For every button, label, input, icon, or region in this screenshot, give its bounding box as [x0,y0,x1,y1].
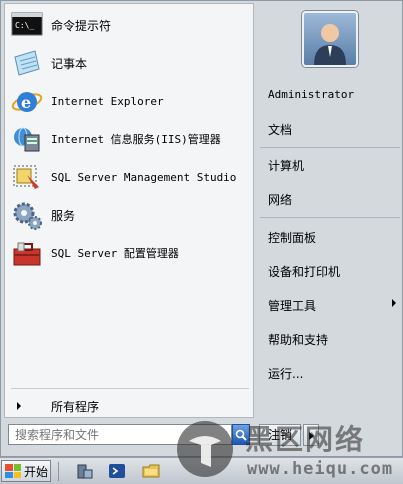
sql-config-manager-icon [11,237,43,269]
command-prompt-icon: C:\_ [11,9,43,41]
pinned-programs-pane: C:\_ 命令提示符 记事本 e Internet Explorer Inter… [4,3,254,418]
program-item-services[interactable]: 服务 [11,198,251,232]
control-panel-link[interactable]: 控制面板 [268,229,316,246]
devices-printers-link[interactable]: 设备和打印机 [268,263,340,280]
search-icon [235,429,247,441]
all-programs-label: 所有程序 [51,399,100,414]
program-label: 服务 [51,208,76,223]
divider [11,388,249,389]
documents-link[interactable]: 文档 [268,121,292,138]
svg-text:e: e [21,93,31,112]
search-input[interactable] [8,424,232,445]
powershell-icon[interactable] [108,462,126,480]
program-label: Internet Explorer [51,94,164,108]
program-item-internet-explorer[interactable]: e Internet Explorer [11,84,251,118]
program-item-notepad[interactable]: 记事本 [11,46,251,80]
services-gear-icon [11,199,43,231]
program-label: 记事本 [51,56,88,71]
program-label: SQL Server Management Studio [51,170,237,184]
shutdown-options-button[interactable] [303,424,319,446]
divider [260,147,400,148]
network-link[interactable]: 网络 [268,191,292,208]
program-label: Internet 信息服务(IIS)管理器 [51,133,221,146]
internet-explorer-icon: e [11,85,43,117]
all-programs-button[interactable]: 所有程序 [11,396,249,416]
divider [260,217,400,218]
admin-tools-link[interactable]: 管理工具 [268,297,316,314]
chevron-right-icon [392,299,396,307]
svg-text:C:\_: C:\_ [15,21,34,30]
windows-logo-icon [5,464,21,478]
system-links-pane: Administrator 文档 计算机 网络 控制面板 设备和打印机 管理工具… [254,1,403,458]
chevron-right-icon [309,432,314,440]
file-explorer-icon[interactable] [142,462,160,480]
chevron-right-icon [17,402,21,410]
start-label: 开始 [24,464,49,479]
search-area [4,422,254,448]
program-item-sql-management-studio[interactable]: SQL Server Management Studio [11,160,251,194]
help-support-link[interactable]: 帮助和支持 [268,331,328,348]
program-item-sql-config-manager[interactable]: SQL Server 配置管理器 [11,236,251,270]
logoff-button[interactable]: 注销 [259,424,301,446]
start-menu: C:\_ 命令提示符 记事本 e Internet Explorer Inter… [0,0,403,457]
sql-management-studio-icon [11,161,43,193]
run-link[interactable]: 运行... [268,365,303,382]
program-item-iis-manager[interactable]: Internet 信息服务(IIS)管理器 [11,122,251,156]
program-label: 命令提示符 [51,18,112,33]
user-name-link[interactable]: Administrator [268,88,354,101]
search-button[interactable] [232,424,250,445]
taskbar: 开始 [0,457,403,484]
divider [58,462,59,481]
program-item-command-prompt[interactable]: C:\_ 命令提示符 [11,8,251,42]
user-avatar-icon [314,24,346,65]
program-label: SQL Server 配置管理器 [51,247,179,260]
start-button[interactable]: 开始 [1,460,51,482]
server-manager-icon[interactable] [76,462,94,480]
user-avatar[interactable] [302,11,358,67]
notepad-icon [11,47,43,79]
iis-manager-icon [11,123,43,155]
computer-link[interactable]: 计算机 [268,157,304,174]
